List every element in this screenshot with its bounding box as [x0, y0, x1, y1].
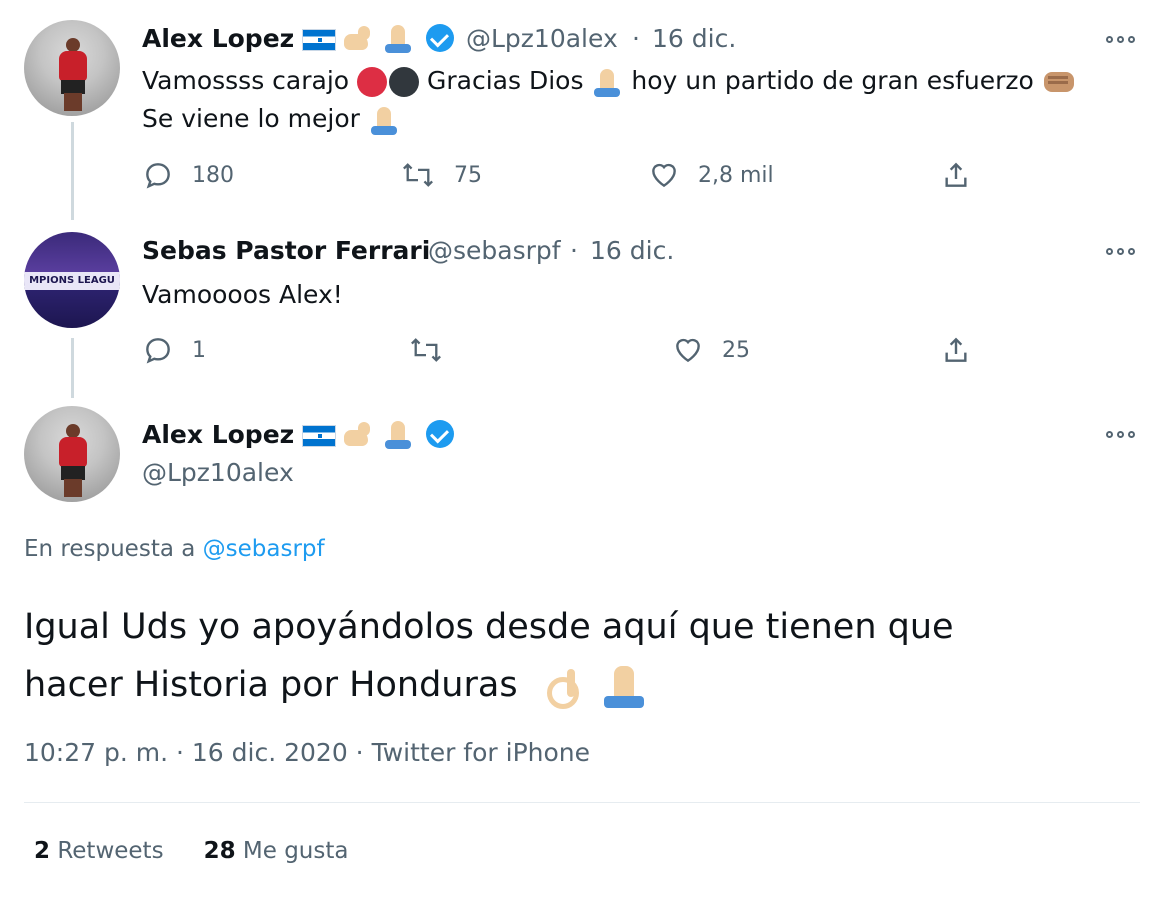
tweet-text-part: Vamossss carajo: [142, 66, 350, 95]
like-icon: [676, 338, 700, 363]
share-icon: [945, 337, 967, 362]
avatar[interactable]: [24, 406, 120, 502]
reply-count: 1: [192, 337, 206, 363]
author-name[interactable]: Alex Lopez: [142, 24, 294, 53]
tweet-text-part: hoy un partido de gran esfuerzo: [631, 66, 1034, 95]
thread-connector: [71, 122, 74, 220]
author-name[interactable]: Sebas Pastor Ferrari: [142, 236, 430, 265]
author-handle[interactable]: @Lpz10alex: [466, 24, 618, 53]
separator-dot: ·: [570, 236, 578, 265]
folded-hands-icon: [382, 418, 414, 450]
tweet-date[interactable]: 16 dic.: [652, 24, 736, 53]
avatar-caption: MPIONS LEAGU: [24, 272, 120, 290]
tweet-text: Igual Uds yo apoyándolos desde aquí que …: [24, 598, 954, 714]
like-button[interactable]: 25: [672, 334, 750, 366]
author-handle[interactable]: @Lpz10alex: [142, 458, 294, 487]
retweets-count: 2: [34, 838, 51, 864]
author-handle[interactable]: @sebasrpf: [428, 236, 561, 265]
avatar[interactable]: [24, 20, 120, 116]
engagement-stats: 2 Retweets 28 Me gusta: [34, 838, 348, 864]
share-icon: [945, 162, 967, 187]
more-icon[interactable]: [1106, 245, 1138, 257]
tweet-text-line-2: hacer Historia por Honduras: [24, 656, 954, 714]
tweet-text-part: hacer Historia por Honduras: [24, 665, 518, 705]
tweet-text: Vamossss carajo Gracias Dios hoy un part…: [142, 62, 1076, 100]
reply-context: En respuesta a @sebasrpf: [24, 536, 325, 562]
retweet-button[interactable]: 75: [400, 159, 482, 191]
thread-connector: [71, 338, 74, 398]
tweet-text-line2: Se viene lo mejor: [142, 100, 400, 138]
black-circle-icon: [389, 67, 420, 97]
likes-count: 28: [203, 838, 236, 864]
retweets-label: Retweets: [57, 838, 164, 864]
flexed-biceps-icon: [342, 22, 374, 54]
retweet-count: 75: [454, 162, 482, 188]
tweet-text-part: Se viene lo mejor: [142, 104, 360, 133]
more-icon[interactable]: [1106, 428, 1138, 440]
honduras-flag-icon: [302, 29, 336, 51]
folded-hands-icon: [600, 662, 648, 710]
divider: [24, 802, 1140, 803]
share-button[interactable]: [940, 159, 972, 191]
reply-context-prefix: En respuesta a: [24, 536, 196, 562]
share-button[interactable]: [940, 334, 972, 366]
retweet-icon: [403, 163, 433, 187]
like-icon: [652, 163, 676, 188]
author-name[interactable]: Alex Lopez: [142, 420, 294, 449]
reply-icon: [146, 338, 170, 364]
flexed-biceps-icon: [342, 418, 374, 450]
tweet-date[interactable]: 16 dic.: [590, 236, 674, 265]
likes-stat[interactable]: 28 Me gusta: [204, 838, 349, 864]
likes-label: Me gusta: [242, 838, 349, 864]
honduras-flag-icon: [302, 425, 336, 447]
verified-badge-icon: [426, 420, 454, 448]
folded-hands-icon: [368, 104, 400, 136]
ok-hand-icon: [543, 665, 585, 709]
retweet-icon: [411, 338, 441, 362]
reply-icon: [146, 163, 170, 189]
like-count: 25: [722, 337, 750, 363]
retweets-stat[interactable]: 2 Retweets: [34, 838, 164, 864]
like-button[interactable]: 2,8 mil: [648, 159, 774, 191]
like-count: 2,8 mil: [698, 162, 774, 188]
red-circle-icon: [357, 67, 388, 97]
reply-button[interactable]: 180: [142, 159, 234, 191]
tweet-meta[interactable]: 10:27 p. m. · 16 dic. 2020 · Twitter for…: [24, 738, 590, 767]
folded-hands-icon: [382, 22, 414, 54]
reply-button[interactable]: 1: [142, 334, 206, 366]
reply-count: 180: [192, 162, 234, 188]
avatar[interactable]: MPIONS LEAGU: [24, 232, 120, 328]
retweet-button[interactable]: [408, 334, 444, 366]
tweet-text-line: Igual Uds yo apoyándolos desde aquí que …: [24, 607, 954, 647]
reply-mention-link[interactable]: @sebasrpf: [203, 536, 325, 562]
verified-badge-icon: [426, 24, 454, 52]
fist-icon: [1042, 68, 1076, 96]
more-icon[interactable]: [1106, 33, 1138, 45]
folded-hands-icon: [591, 66, 623, 98]
tweet-text: Vamoooos Alex!: [142, 280, 343, 309]
separator-dot: ·: [632, 24, 640, 53]
tweet-text-part: Gracias Dios: [427, 66, 584, 95]
